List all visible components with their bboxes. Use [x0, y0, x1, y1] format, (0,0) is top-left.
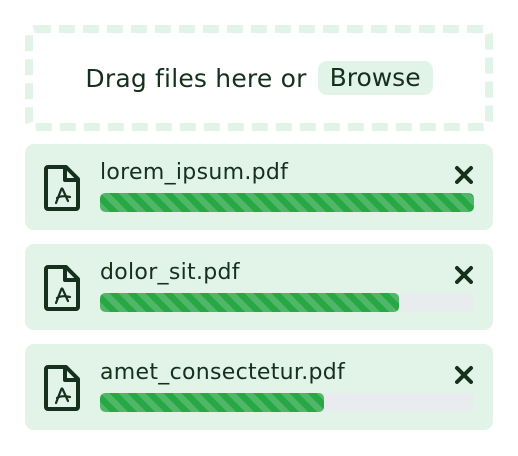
file-item: dolor_sit.pdf	[25, 244, 493, 330]
file-name: lorem_ipsum.pdf	[100, 160, 289, 185]
remove-file-button[interactable]	[453, 164, 475, 186]
upload-progress-fill	[100, 293, 400, 312]
file-item: lorem_ipsum.pdf	[25, 144, 493, 230]
upload-progress-fill	[100, 393, 325, 412]
remove-file-button[interactable]	[453, 364, 475, 386]
upload-progress-bar	[100, 193, 474, 212]
upload-progress-bar	[100, 293, 474, 312]
upload-progress-bar	[100, 393, 474, 412]
pdf-file-icon	[42, 264, 82, 312]
file-name: dolor_sit.pdf	[100, 260, 240, 285]
pdf-file-icon	[42, 164, 82, 212]
file-item: amet_consectetur.pdf	[25, 344, 493, 430]
browse-button[interactable]: Browse	[317, 61, 433, 95]
pdf-file-icon	[42, 364, 82, 412]
close-icon	[455, 366, 473, 384]
close-icon	[455, 166, 473, 184]
file-name: amet_consectetur.pdf	[100, 360, 346, 385]
dropzone-text: Drag files here or	[85, 63, 307, 93]
file-dropzone[interactable]: Drag files here or Browse	[25, 25, 493, 131]
upload-progress-fill	[100, 193, 474, 212]
close-icon	[455, 266, 473, 284]
remove-file-button[interactable]	[453, 264, 475, 286]
